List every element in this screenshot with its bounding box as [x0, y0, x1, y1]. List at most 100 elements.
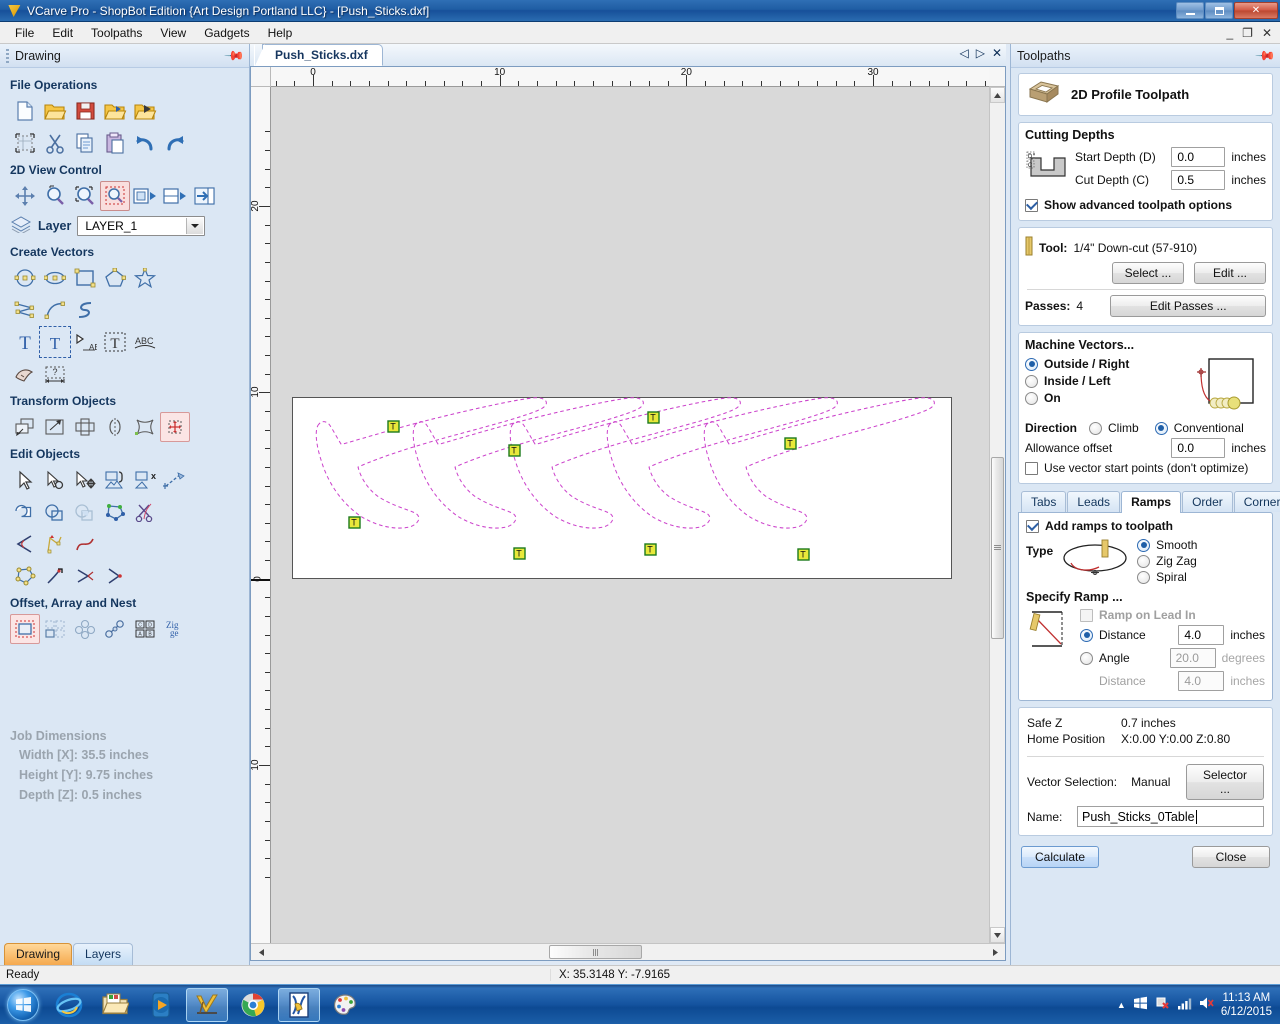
next-document-button[interactable]: ▷ — [976, 47, 985, 59]
draw-ellipse-icon[interactable] — [40, 263, 70, 293]
menu-help[interactable]: Help — [259, 23, 302, 43]
toolpath-name-input[interactable]: Push_Sticks_0Table — [1077, 806, 1264, 827]
close-document-button[interactable]: ✕ — [992, 47, 1002, 59]
vertical-ruler[interactable]: 2010010 — [251, 87, 271, 943]
ramp-on-lead-in-row[interactable]: Ramp on Lead In — [1080, 608, 1265, 622]
close-toolpath-button[interactable]: Close — [1192, 846, 1270, 868]
google-chrome-icon[interactable] — [232, 988, 274, 1022]
plate-layout-icon[interactable]: CDAB — [130, 614, 160, 644]
ramp-type-smooth-radio[interactable] — [1137, 538, 1151, 552]
circular-copy-icon[interactable] — [70, 614, 100, 644]
tab-layers[interactable]: Layers — [73, 943, 134, 965]
start-orb-icon[interactable] — [0, 986, 46, 1024]
redo-icon[interactable] — [160, 128, 190, 158]
tab-ramps[interactable]: Ramps — [1121, 491, 1182, 513]
network-icon[interactable] — [1133, 996, 1148, 1013]
ramp-angle-input[interactable]: 20.0 — [1169, 648, 1216, 668]
draw-polyline-icon[interactable] — [10, 295, 40, 325]
allowance-offset-input[interactable]: 0.0 — [1171, 438, 1226, 458]
paint-icon[interactable] — [324, 988, 366, 1022]
draw-curve-icon[interactable] — [40, 295, 70, 325]
use-start-points-row[interactable]: Use vector start points (don't optimize) — [1025, 461, 1266, 475]
create-text-icon[interactable]: T — [10, 327, 40, 357]
scroll-left-button[interactable] — [251, 944, 271, 960]
block-copy-icon[interactable] — [40, 614, 70, 644]
maximize-button[interactable] — [1205, 2, 1233, 19]
trim-vectors-icon[interactable] — [130, 497, 160, 527]
pin-icon[interactable]: 📌 — [223, 45, 245, 68]
zoom-extents-icon[interactable] — [70, 181, 100, 211]
shopbot-icon[interactable] — [278, 987, 320, 1022]
ungroup-objects-icon[interactable]: x — [130, 465, 160, 495]
tab-drawing[interactable]: Drawing — [4, 943, 73, 965]
outside-right-radio[interactable] — [1025, 357, 1038, 371]
edit-text-icon[interactable]: T — [39, 326, 71, 358]
menu-gadgets[interactable]: Gadgets — [195, 23, 258, 43]
intersect-vectors-icon[interactable] — [70, 497, 100, 527]
ramp-type-zigzag-row[interactable]: Zig Zag — [1137, 554, 1265, 568]
scroll-down-button[interactable] — [990, 927, 1005, 943]
action-center-icon[interactable] — [1155, 996, 1170, 1013]
mirror-objects-icon[interactable] — [100, 412, 130, 442]
selector-button[interactable]: Selector ... — [1186, 764, 1264, 800]
prev-document-button[interactable]: ◁ — [959, 47, 968, 59]
move-objects-icon[interactable] — [10, 412, 40, 442]
use-start-points-checkbox[interactable] — [1025, 461, 1038, 475]
ramp-type-spiral-radio[interactable] — [1137, 570, 1151, 584]
advanced-options-checkbox[interactable] — [1025, 198, 1038, 212]
tray-overflow-button[interactable]: ▲ — [1117, 1000, 1126, 1010]
draw-rectangle-icon[interactable] — [70, 263, 100, 293]
calculate-button[interactable]: Calculate — [1021, 846, 1099, 868]
cut-depth-input[interactable]: 0.5 — [1171, 170, 1226, 190]
menu-file[interactable]: File — [6, 23, 43, 43]
mdi-minimize-button[interactable]: _ — [1226, 26, 1233, 40]
nesting-icon[interactable]: Zig ge — [160, 614, 190, 644]
auto-layout-text-icon[interactable]: ABC — [130, 327, 160, 357]
document-tab-push-sticks[interactable]: Push_Sticks.dxf — [254, 44, 383, 66]
align-objects-icon[interactable] — [160, 412, 190, 442]
horizontal-scroll-track[interactable] — [271, 944, 985, 960]
file-explorer-icon[interactable] — [94, 988, 136, 1022]
material-sheet[interactable] — [292, 397, 952, 579]
weld-vectors-icon[interactable] — [10, 497, 40, 527]
taskbar-clock[interactable]: 11:13 AM 6/12/2015 — [1221, 991, 1272, 1019]
tab-tabs[interactable]: Tabs — [1021, 491, 1067, 512]
ramp-type-zigzag-radio[interactable] — [1137, 554, 1151, 568]
volume-muted-icon[interactable] — [1199, 996, 1214, 1013]
horizontal-ruler[interactable]: 0 10 20 30 — [271, 67, 989, 87]
tab-corners[interactable]: Corners — [1233, 491, 1280, 512]
add-ramps-row[interactable]: Add ramps to toolpath — [1026, 519, 1265, 533]
ramp-on-lead-in-checkbox[interactable] — [1080, 608, 1093, 622]
signal-icon[interactable] — [1177, 997, 1192, 1013]
rotate-objects-icon[interactable] — [70, 412, 100, 442]
offset-vectors-icon[interactable] — [10, 614, 40, 644]
tab-leads[interactable]: Leads — [1067, 491, 1121, 512]
edit-tool-button[interactable]: Edit ... — [1194, 262, 1266, 284]
mdi-close-button[interactable]: ✕ — [1262, 26, 1272, 40]
vertical-scrollbar[interactable] — [989, 87, 1005, 943]
copy-icon[interactable] — [70, 128, 100, 158]
machine-vectors-option-outside[interactable]: Outside / Right — [1025, 357, 1188, 371]
drawing-canvas[interactable]: TTTTTTTT — [271, 87, 989, 943]
edit-passes-button[interactable]: Edit Passes ... — [1110, 295, 1266, 317]
draw-circle-icon[interactable] — [10, 263, 40, 293]
media-player-icon[interactable] — [140, 988, 182, 1022]
smooth-curve-icon[interactable] — [70, 529, 100, 559]
scroll-right-button[interactable] — [985, 944, 1005, 960]
add-ramps-checkbox[interactable] — [1026, 519, 1039, 533]
scroll-up-button[interactable] — [990, 87, 1005, 103]
draw-star-icon[interactable] — [130, 263, 160, 293]
ramp-angle-distance-input[interactable]: 4.0 — [1178, 671, 1225, 691]
corner-tool-2-icon[interactable] — [70, 561, 100, 591]
rotate-copy-icon[interactable] — [100, 614, 130, 644]
conventional-radio[interactable] — [1154, 421, 1168, 435]
ramp-distance-radio[interactable] — [1080, 628, 1093, 642]
subtract-vectors-icon[interactable] — [40, 497, 70, 527]
new-file-icon[interactable] — [10, 96, 40, 126]
text-on-curve-icon[interactable]: AB — [70, 327, 100, 357]
undo-icon[interactable] — [130, 128, 160, 158]
ramp-type-smooth-row[interactable]: Smooth — [1137, 538, 1265, 552]
zoom-selected-icon[interactable] — [130, 181, 160, 211]
draw-freehand-icon[interactable] — [70, 295, 100, 325]
node-edit-icon[interactable] — [10, 465, 40, 495]
